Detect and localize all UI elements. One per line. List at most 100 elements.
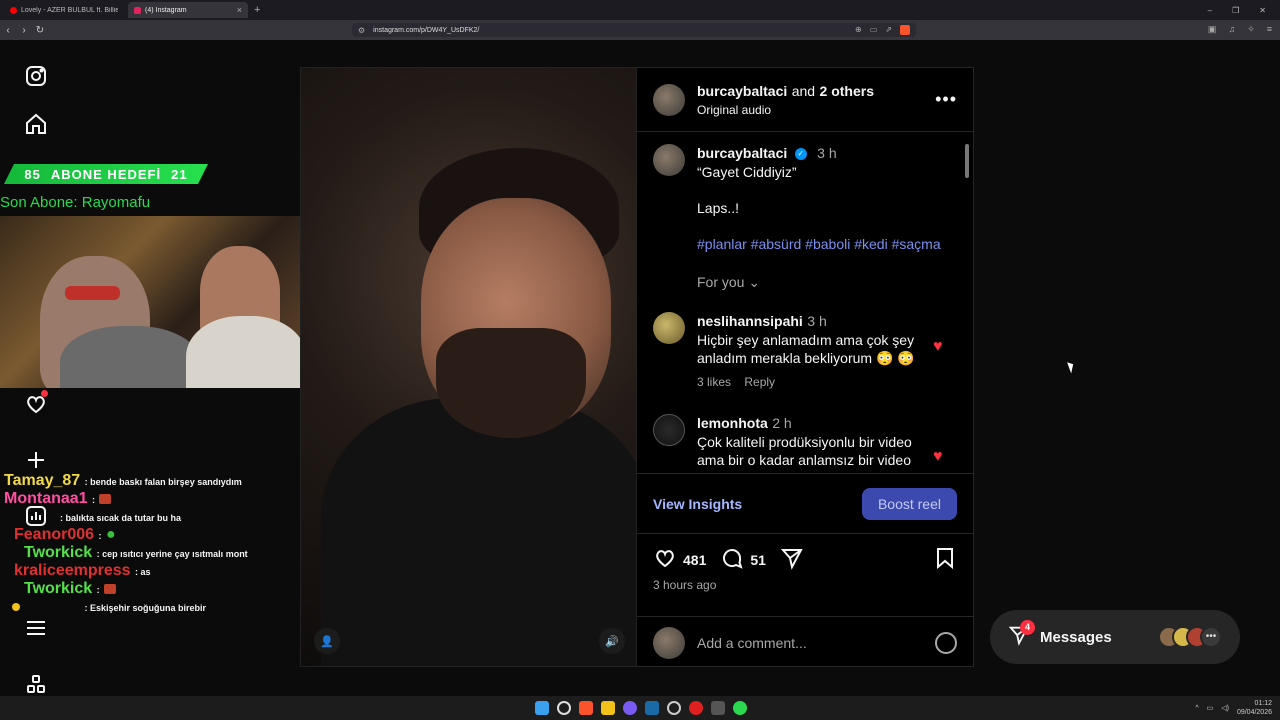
reload-icon[interactable]: ↻ [32, 25, 48, 36]
clock[interactable]: 01:12 09/04/2026 [1237, 699, 1272, 717]
start-icon[interactable] [535, 701, 549, 715]
instagram-page: 85 ABONE HEDEFİ 21 Son Abone: Rayomafu T… [0, 40, 1280, 696]
verified-icon: ✓ [794, 147, 807, 160]
browser-toolbar: ‹ › ↻ ⌑ ⚙ instagram.com/p/DW4Y_UsDFK2/ ⊕… [0, 20, 1280, 40]
app-icon[interactable] [623, 701, 637, 715]
tab-instagram[interactable]: (4) Instagram × [128, 2, 248, 18]
liked-heart-icon[interactable]: ♥ [933, 338, 943, 356]
like-count[interactable]: 481 [683, 552, 706, 568]
search-icon[interactable] [557, 701, 571, 715]
comments-scroll[interactable]: burcaybaltaci ✓ 3 h “Gayet Ciddiyiz” Lap… [637, 132, 973, 474]
volume-icon[interactable]: 🔊 [599, 628, 625, 654]
avatar[interactable] [653, 414, 685, 446]
caption-author[interactable]: burcaybaltaci [697, 145, 787, 161]
emote-icon [99, 493, 112, 504]
avatar [653, 626, 685, 659]
forward-icon[interactable]: › [16, 25, 32, 36]
more-menu-icon[interactable] [22, 614, 50, 642]
leaf-emote-icon: ● [105, 526, 116, 543]
collaborators-link[interactable]: 2 others [820, 83, 874, 99]
audio-link[interactable]: Original audio [697, 103, 874, 117]
chat-line: : balıkta sıcak da tutar bu ha [60, 513, 182, 523]
more-options-icon[interactable]: ••• [935, 89, 957, 110]
app-icon[interactable] [733, 701, 747, 715]
network-icon[interactable]: ▭ [1207, 704, 1214, 712]
last-subscriber: Son Abone: Rayomafu [0, 194, 151, 211]
comment-likes[interactable]: 3 likes [697, 375, 731, 389]
menu-icon[interactable]: ≡ [1267, 24, 1272, 35]
view-insights-link[interactable]: View Insights [653, 496, 742, 512]
comment-icon[interactable] [720, 546, 744, 573]
avatar[interactable] [653, 144, 685, 176]
unread-badge: 4 [1020, 620, 1035, 635]
browser-tabbar: Lovely - AZER BÜLBÜL ft. Billie Eilish (… [0, 0, 1280, 20]
goal-label: ABONE HEDEFİ [50, 166, 162, 182]
share-icon[interactable] [780, 546, 804, 573]
liked-heart-icon[interactable]: ♥ [933, 448, 943, 466]
minimize-icon[interactable]: – [1208, 6, 1212, 15]
goal-current: 85 [24, 166, 41, 182]
file-explorer-icon[interactable] [601, 701, 615, 715]
scrollbar[interactable] [963, 134, 971, 472]
messages-button[interactable]: 4 Messages ••• [990, 610, 1240, 664]
zoom-icon[interactable]: ⊕ [855, 25, 862, 35]
app-icon[interactable] [667, 701, 681, 715]
chevron-up-icon[interactable]: ^ [1195, 705, 1198, 712]
maximize-icon[interactable]: ❐ [1232, 6, 1239, 15]
instagram-logo-icon[interactable] [22, 62, 50, 90]
sidebar-icon[interactable]: ▣ [1208, 24, 1217, 35]
chat-line: : Eskişehir soğuğuna birebir [12, 598, 206, 616]
boost-reel-button[interactable]: Boost reel [861, 487, 957, 520]
reply-button[interactable]: Reply [744, 375, 775, 389]
close-window-icon[interactable]: ✕ [1259, 6, 1266, 15]
share-icon[interactable]: ⇗ [885, 25, 892, 35]
home-icon[interactable] [22, 110, 50, 138]
insights-row: View Insights Boost reel [637, 474, 973, 534]
instagram-icon [134, 6, 141, 14]
create-icon[interactable] [22, 446, 50, 474]
author-link[interactable]: burcaybaltaci [697, 83, 787, 99]
post-header: burcaybaltaci and 2 others Original audi… [637, 68, 973, 132]
youtube-icon [10, 6, 17, 14]
emoji-icon[interactable] [935, 631, 957, 654]
comment-count: 51 [750, 551, 766, 568]
close-tab-icon[interactable]: × [237, 5, 242, 15]
messages-label: Messages [1040, 628, 1112, 646]
reel-video[interactable]: 👤 🔊 [300, 67, 637, 667]
brave-shields-icon[interactable] [900, 25, 910, 35]
steam-icon[interactable] [645, 701, 659, 715]
for-you-dropdown[interactable]: For you ⌄ [697, 273, 957, 291]
comment-author[interactable]: neslihannsipahi [697, 313, 803, 329]
tab-youtube[interactable]: Lovely - AZER BÜLBÜL ft. Billie Eilish [4, 2, 124, 18]
brave-taskbar-icon[interactable] [579, 701, 593, 715]
avatar[interactable] [653, 312, 685, 344]
comment-time: 3 h [807, 313, 827, 329]
notifications-icon[interactable] [22, 390, 50, 418]
volume-icon[interactable]: ◁) [1221, 704, 1229, 712]
window-controls: – ❐ ✕ [1208, 6, 1280, 15]
app-icon[interactable] [711, 701, 725, 715]
cast-icon[interactable]: ▭ [870, 25, 878, 35]
post-time: 3 hours ago [653, 578, 717, 592]
comment-input[interactable]: Add a comment... [697, 635, 807, 651]
comment-author[interactable]: lemonhota [697, 415, 768, 431]
hashtags[interactable]: #planlar #absürd #baboli #kedi #saçma [697, 235, 957, 253]
address-bar[interactable]: ⚙ instagram.com/p/DW4Y_UsDFK2/ ⊕ ▭ ⇗ [352, 23, 916, 37]
comment-composer: Add a comment... [637, 616, 973, 668]
like-icon[interactable] [653, 546, 677, 573]
opera-icon[interactable] [689, 701, 703, 715]
badge-icon [12, 602, 20, 611]
emote-icon [104, 583, 117, 594]
dashboard-icon[interactable] [22, 502, 50, 530]
notification-dot [41, 390, 48, 397]
media-icon[interactable]: ♫ [1228, 24, 1235, 35]
chat-line: Tamay_87 : bende baskı falan birşey sand… [4, 472, 242, 489]
extensions-icon[interactable]: ✧ [1247, 24, 1255, 35]
site-settings-icon[interactable]: ⚙ [358, 26, 365, 35]
avatar[interactable] [653, 83, 685, 116]
tagged-people-icon[interactable]: 👤 [314, 628, 340, 654]
back-icon[interactable]: ‹ [0, 25, 16, 36]
new-tab-icon[interactable]: + [254, 4, 260, 16]
also-from-meta-icon[interactable] [22, 670, 50, 698]
save-icon[interactable] [933, 546, 957, 573]
